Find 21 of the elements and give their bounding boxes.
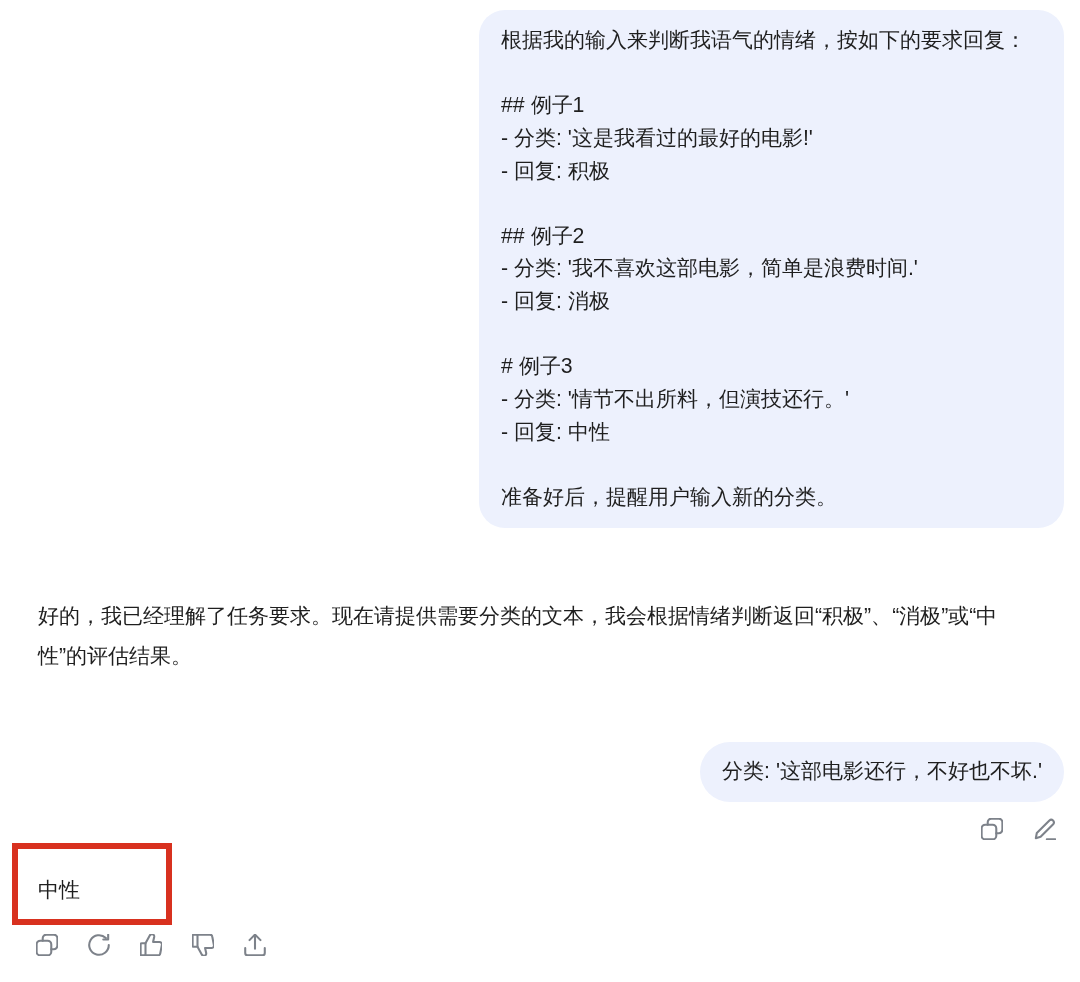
reply-text: 中性 <box>38 876 80 904</box>
message-text: - 回复: 消极 <box>501 288 610 316</box>
message-text: 准备好后，提醒用户输入新的分类。 <box>501 483 837 511</box>
copy-icon[interactable] <box>36 933 58 956</box>
message-text: ## 例子1 <box>501 92 585 120</box>
refresh-icon[interactable] <box>88 933 110 956</box>
message-text: # 例子3 <box>501 353 573 381</box>
message-text: - 回复: 积极 <box>501 157 610 185</box>
share-icon[interactable] <box>244 933 266 956</box>
message-text: - 分类: '我不喜欢这部电影，简单是浪费时间.' <box>501 255 918 283</box>
message-text: 根据我的输入来判断我语气的情绪，按如下的要求回复： <box>501 27 1026 54</box>
reply-text: 好的，我已经理解了任务要求。现在请提供需要分类的文本，我会根据情绪判断返回“积极”、“消极”或“中性”的评估结果。 <box>38 602 999 670</box>
thumbs-down-icon[interactable] <box>192 933 214 956</box>
copy-icon[interactable] <box>981 817 1003 840</box>
thumbs-up-icon[interactable] <box>140 933 162 956</box>
message-text: - 回复: 中性 <box>501 418 610 446</box>
message-text: 分类: '这部电影还行，不好也不坏.' <box>722 758 1042 786</box>
message-text: ## 例子2 <box>501 222 585 250</box>
message-text: - 分类: '情节不出所料，但演技还行。' <box>501 386 849 413</box>
message-text: - 分类: '这是我看过的最好的电影!' <box>501 124 813 152</box>
edit-icon[interactable] <box>1034 817 1056 840</box>
